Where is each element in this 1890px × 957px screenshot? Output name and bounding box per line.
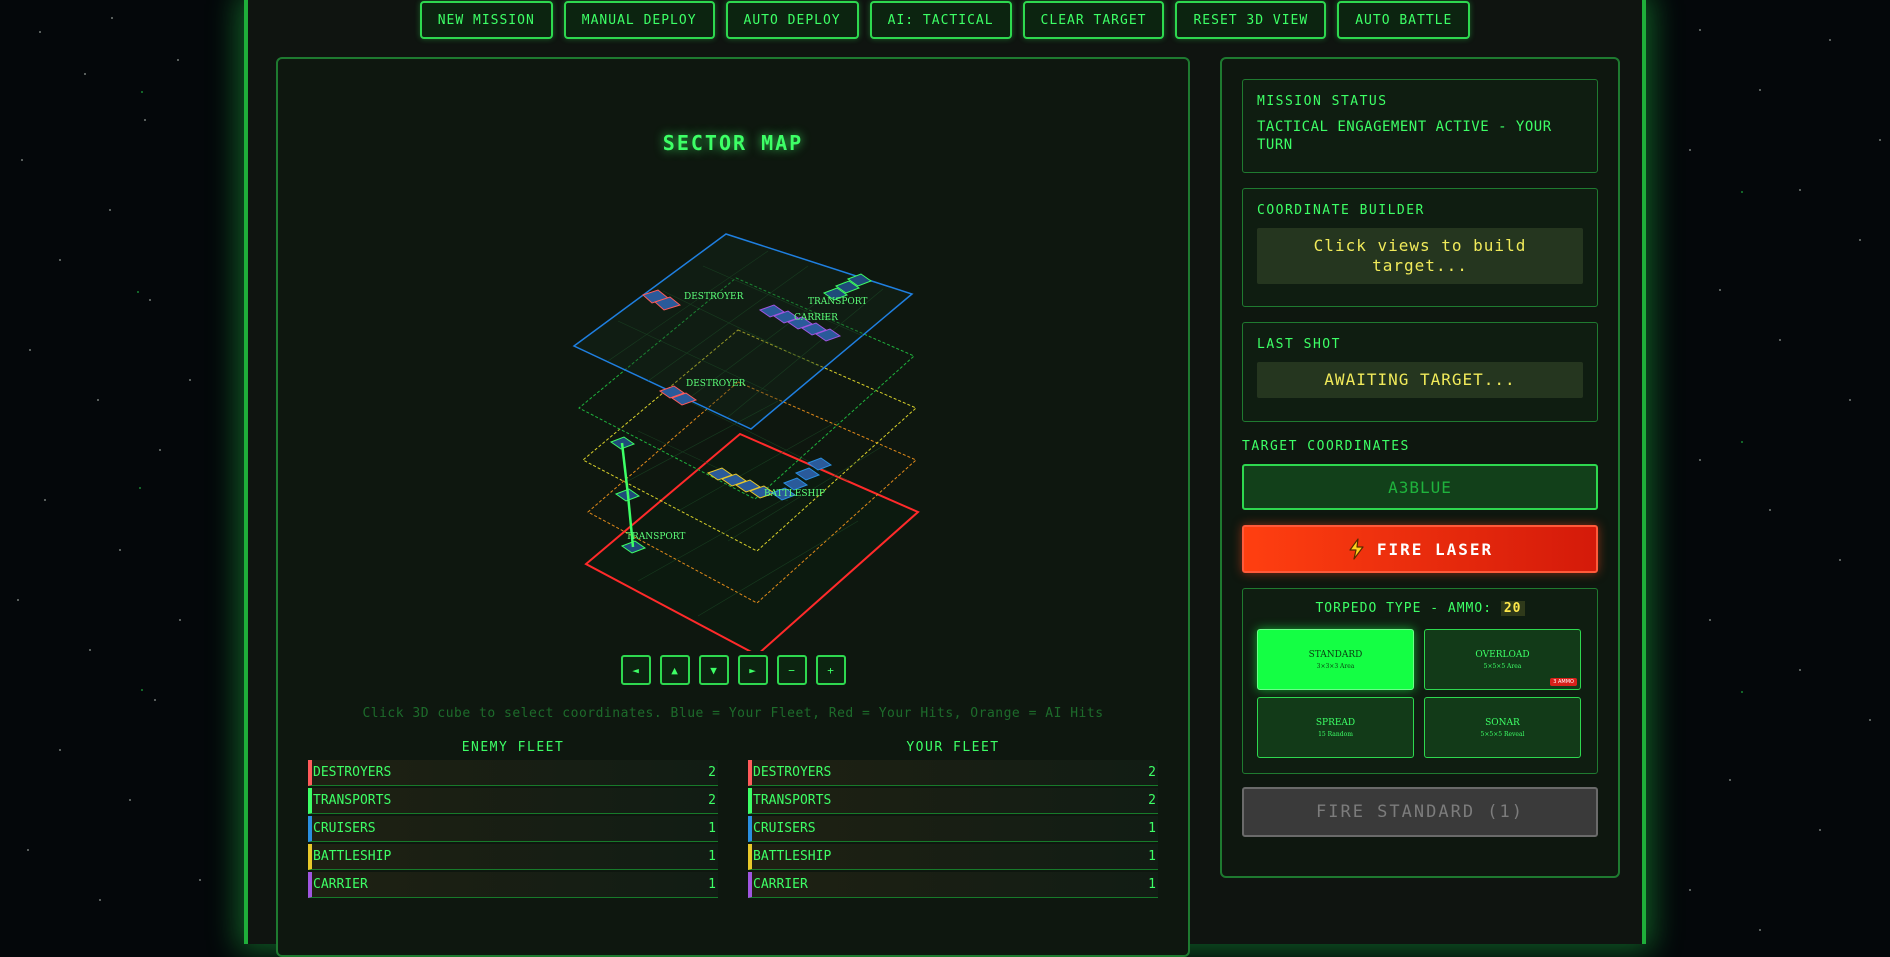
target-coordinates-label: TARGET COORDINATES xyxy=(1242,439,1410,454)
game-frame: NEW MISSION MANUAL DEPLOY AUTO DEPLOY AI… xyxy=(244,0,1646,957)
sector-map-title: SECTOR MAP xyxy=(662,131,804,155)
torpedo-type-label: TORPEDO TYPE - AMMO: 20 xyxy=(1243,601,1597,616)
enemy-fleet-row: DESTROYERS 2 xyxy=(308,760,718,786)
enemy-fleet-panel: ENEMY FLEET DESTROYERS 2 TRANSPORTS 2 CRUI… xyxy=(308,740,718,900)
mission-status-label: MISSION STATUS xyxy=(1257,94,1388,109)
fire-laser-label: FIRE LASER xyxy=(1376,539,1494,559)
your-fleet-row: TRANSPORTS 2 xyxy=(748,788,1158,814)
label-destroyer-mid: DESTROYER xyxy=(686,379,746,389)
enemy-fleet-row: CRUISERS 1 xyxy=(308,816,718,842)
fire-standard-button[interactable]: FIRE STANDARD (1) xyxy=(1242,787,1598,837)
your-fleet-row: CARRIER 1 xyxy=(748,872,1158,898)
your-fleet-row: DESTROYERS 2 xyxy=(748,760,1158,786)
clear-target-button[interactable]: CLEAR TARGET xyxy=(1022,1,1165,39)
coordinate-builder-box: COORDINATE BUILDER Click views to build … xyxy=(1242,188,1598,307)
lightning-icon xyxy=(1349,538,1364,560)
sector-map-panel: SECTOR MAP DESTROYER TRANSPORT CARRIER D… xyxy=(276,57,1190,957)
label-transport-top: TRANSPORT xyxy=(808,297,867,307)
your-fleet-panel: YOUR FLEET DESTROYERS 2 TRANSPORTS 2 CRUIS… xyxy=(748,740,1158,900)
map-hint-text: Click 3D cube to select coordinates. Blu… xyxy=(362,706,1104,721)
enemy-fleet-row: TRANSPORTS 2 xyxy=(308,788,718,814)
last-shot-label: LAST SHOT xyxy=(1257,337,1341,352)
label-transport-bottom: TRANSPORT xyxy=(626,532,685,542)
target-coordinates-input[interactable]: A3BLUE xyxy=(1242,464,1598,510)
ammo-cost-badge: 3 AMMO xyxy=(1550,678,1577,686)
your-fleet-row: BATTLESHIP 1 xyxy=(748,844,1158,870)
your-fleet-row: CRUISERS 1 xyxy=(748,816,1158,842)
sector-map-3d[interactable]: DESTROYER TRANSPORT CARRIER DESTROYER TR… xyxy=(438,171,1038,651)
ai-mode-button[interactable]: AI: TACTICAL xyxy=(869,1,1012,39)
coordinate-builder-display[interactable]: Click views to build target... xyxy=(1257,228,1583,284)
last-shot-display: AWAITING TARGET... xyxy=(1257,362,1583,398)
ammo-count: 20 xyxy=(1500,601,1525,616)
torpedo-standard-option[interactable]: STANDARD 3×3×3 Area xyxy=(1257,629,1414,690)
grid-layer-blue[interactable] xyxy=(572,233,914,430)
enemy-fleet-row: BATTLESHIP 1 xyxy=(308,844,718,870)
rotate-up-button[interactable]: ▲ xyxy=(659,655,690,685)
torpedo-overload-option[interactable]: OVERLOAD 5×5×5 Area 3 AMMO xyxy=(1424,629,1581,690)
torpedo-sonar-option[interactable]: SONAR 5×5×5 Reveal xyxy=(1424,697,1581,758)
enemy-fleet-title: ENEMY FLEET xyxy=(461,740,565,755)
zoom-out-button[interactable]: − xyxy=(776,655,807,685)
mission-status-text: TACTICAL ENGAGEMENT ACTIVE - YOUR TURN xyxy=(1257,119,1552,153)
toolbar: NEW MISSION MANUAL DEPLOY AUTO DEPLOY AI… xyxy=(248,0,1642,41)
control-panel: MISSION STATUS TACTICAL ENGAGEMENT ACTIV… xyxy=(1220,57,1620,878)
torpedo-spread-option[interactable]: SPREAD 15 Random xyxy=(1257,697,1414,758)
new-mission-button[interactable]: NEW MISSION xyxy=(419,1,553,39)
label-destroyer-top: DESTROYER xyxy=(684,292,744,302)
coordinate-builder-label: COORDINATE BUILDER xyxy=(1257,203,1425,218)
rotate-down-button[interactable]: ▼ xyxy=(698,655,729,685)
label-carrier: CARRIER xyxy=(794,313,838,323)
zoom-in-button[interactable]: + xyxy=(815,655,846,685)
rotate-right-button[interactable]: ► xyxy=(737,655,768,685)
label-battleship: BATTLESHIP xyxy=(764,489,825,499)
enemy-fleet-row: CARRIER 1 xyxy=(308,872,718,898)
fire-laser-button[interactable]: FIRE LASER xyxy=(1242,525,1598,573)
rotate-left-button[interactable]: ◄ xyxy=(620,655,651,685)
torpedo-type-box: TORPEDO TYPE - AMMO: 20 STANDARD 3×3×3 A… xyxy=(1242,588,1598,774)
auto-battle-button[interactable]: AUTO BATTLE xyxy=(1337,1,1471,39)
auto-deploy-button[interactable]: AUTO DEPLOY xyxy=(725,1,859,39)
last-shot-box: LAST SHOT AWAITING TARGET... xyxy=(1242,322,1598,422)
your-fleet-title: YOUR FLEET xyxy=(906,740,1000,755)
reset-3d-view-button[interactable]: RESET 3D VIEW xyxy=(1175,1,1327,39)
mission-status-box: MISSION STATUS TACTICAL ENGAGEMENT ACTIV… xyxy=(1242,79,1598,173)
view-controls: ◄ ▲ ▼ ► − + xyxy=(278,655,1188,685)
manual-deploy-button[interactable]: MANUAL DEPLOY xyxy=(563,1,715,39)
